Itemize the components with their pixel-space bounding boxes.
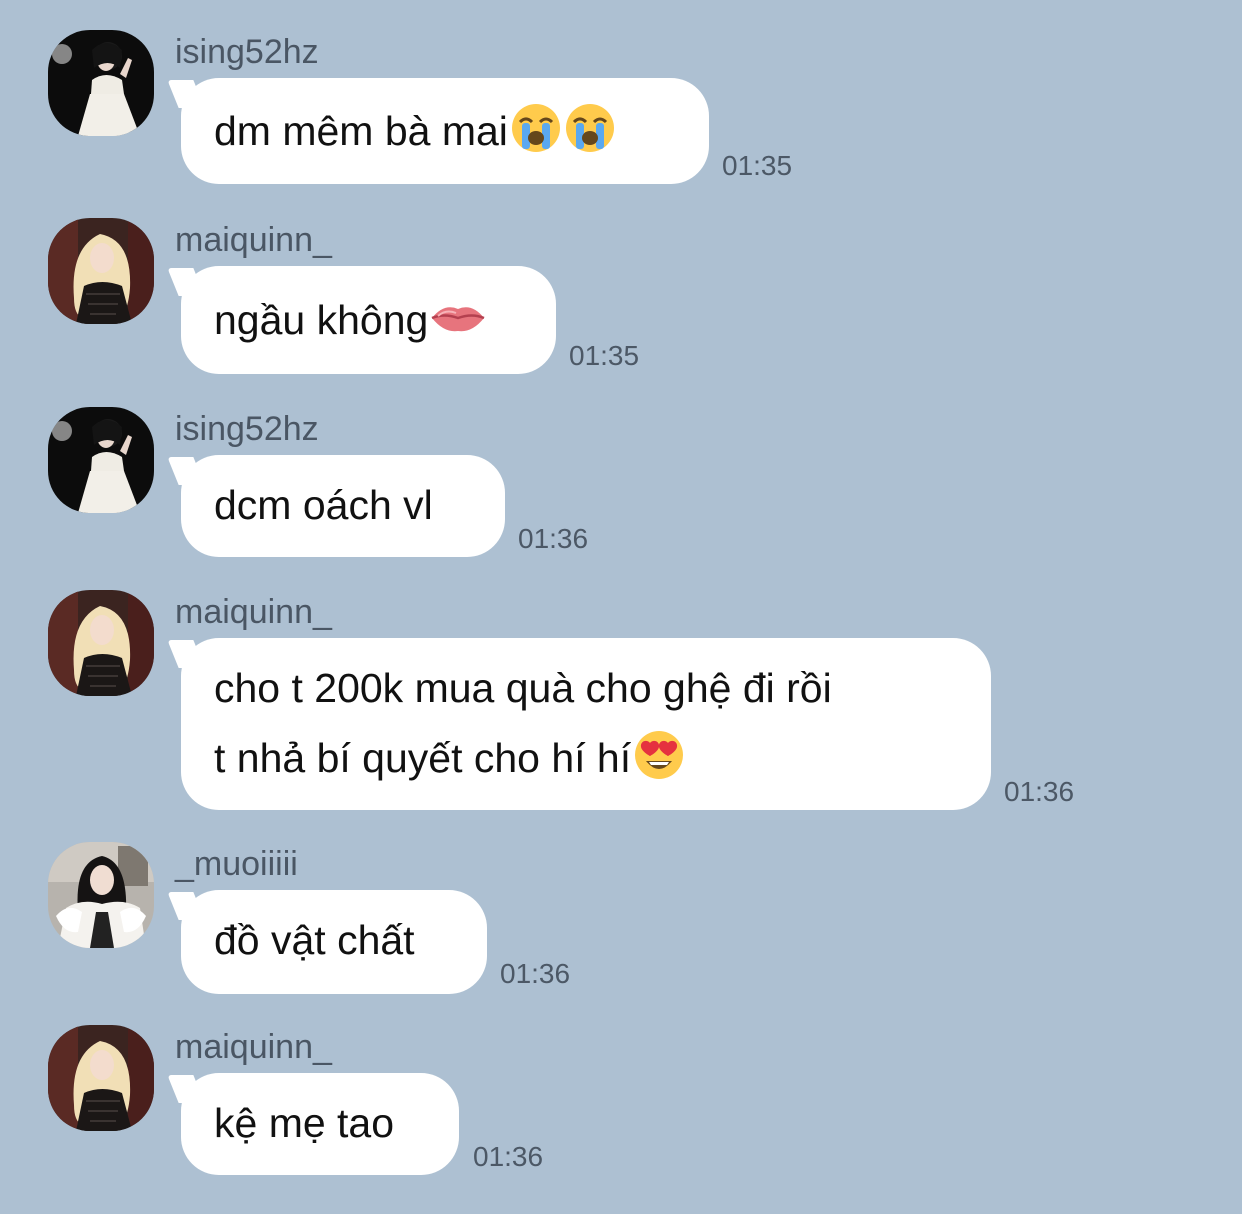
message-bubble[interactable]: đồ vật chất	[181, 890, 487, 994]
message-text-line: t nhả bí quyết cho hí hí	[214, 735, 632, 781]
message-bubble[interactable]: ngầu không	[181, 266, 556, 374]
username: maiquinn_	[175, 1028, 332, 1066]
avatar[interactable]	[48, 218, 154, 324]
avatar[interactable]	[48, 407, 154, 513]
message-time: 01:35	[569, 340, 640, 371]
loudly-crying-face-icon	[510, 102, 562, 154]
message-time: 01:36	[518, 523, 589, 554]
chat-thread[interactable]: ising52hz dm mêm bà mai 01:35 maiquinn_ …	[0, 0, 1242, 1214]
message-text: đồ vật chất	[214, 917, 415, 963]
loudly-crying-face-icon	[564, 102, 616, 154]
message-bubble[interactable]: dm mêm bà mai	[181, 78, 709, 184]
avatar[interactable]	[48, 842, 154, 948]
message-bubble[interactable]: kệ mẹ tao	[181, 1073, 459, 1175]
message-text: ngầu không	[214, 297, 429, 343]
avatar[interactable]	[48, 1025, 154, 1131]
message-time: 01:36	[473, 1141, 544, 1172]
message-time: 01:36	[1004, 776, 1075, 807]
message-text: dm mêm bà mai	[214, 108, 508, 154]
message-bubble[interactable]: cho t 200k mua quà cho ghệ đi rồi t nhả …	[181, 638, 991, 810]
avatar[interactable]	[48, 30, 154, 136]
message-text-line: cho t 200k mua quà cho ghệ đi rồi	[214, 665, 832, 711]
username: ising52hz	[175, 410, 319, 448]
message-bubble[interactable]: dcm oách vl	[181, 455, 505, 557]
message-text: kệ mẹ tao	[214, 1100, 395, 1146]
avatar[interactable]	[48, 590, 154, 696]
username: ising52hz	[175, 33, 319, 71]
message-time: 01:36	[500, 958, 571, 989]
username: maiquinn_	[175, 593, 332, 631]
username: _muoiiiii	[175, 845, 298, 883]
heart-eyes-face-icon	[633, 729, 685, 781]
username: maiquinn_	[175, 221, 332, 259]
lips-icon	[430, 291, 485, 343]
message-time: 01:35	[722, 150, 793, 181]
message-text: dcm oách vl	[214, 482, 433, 528]
